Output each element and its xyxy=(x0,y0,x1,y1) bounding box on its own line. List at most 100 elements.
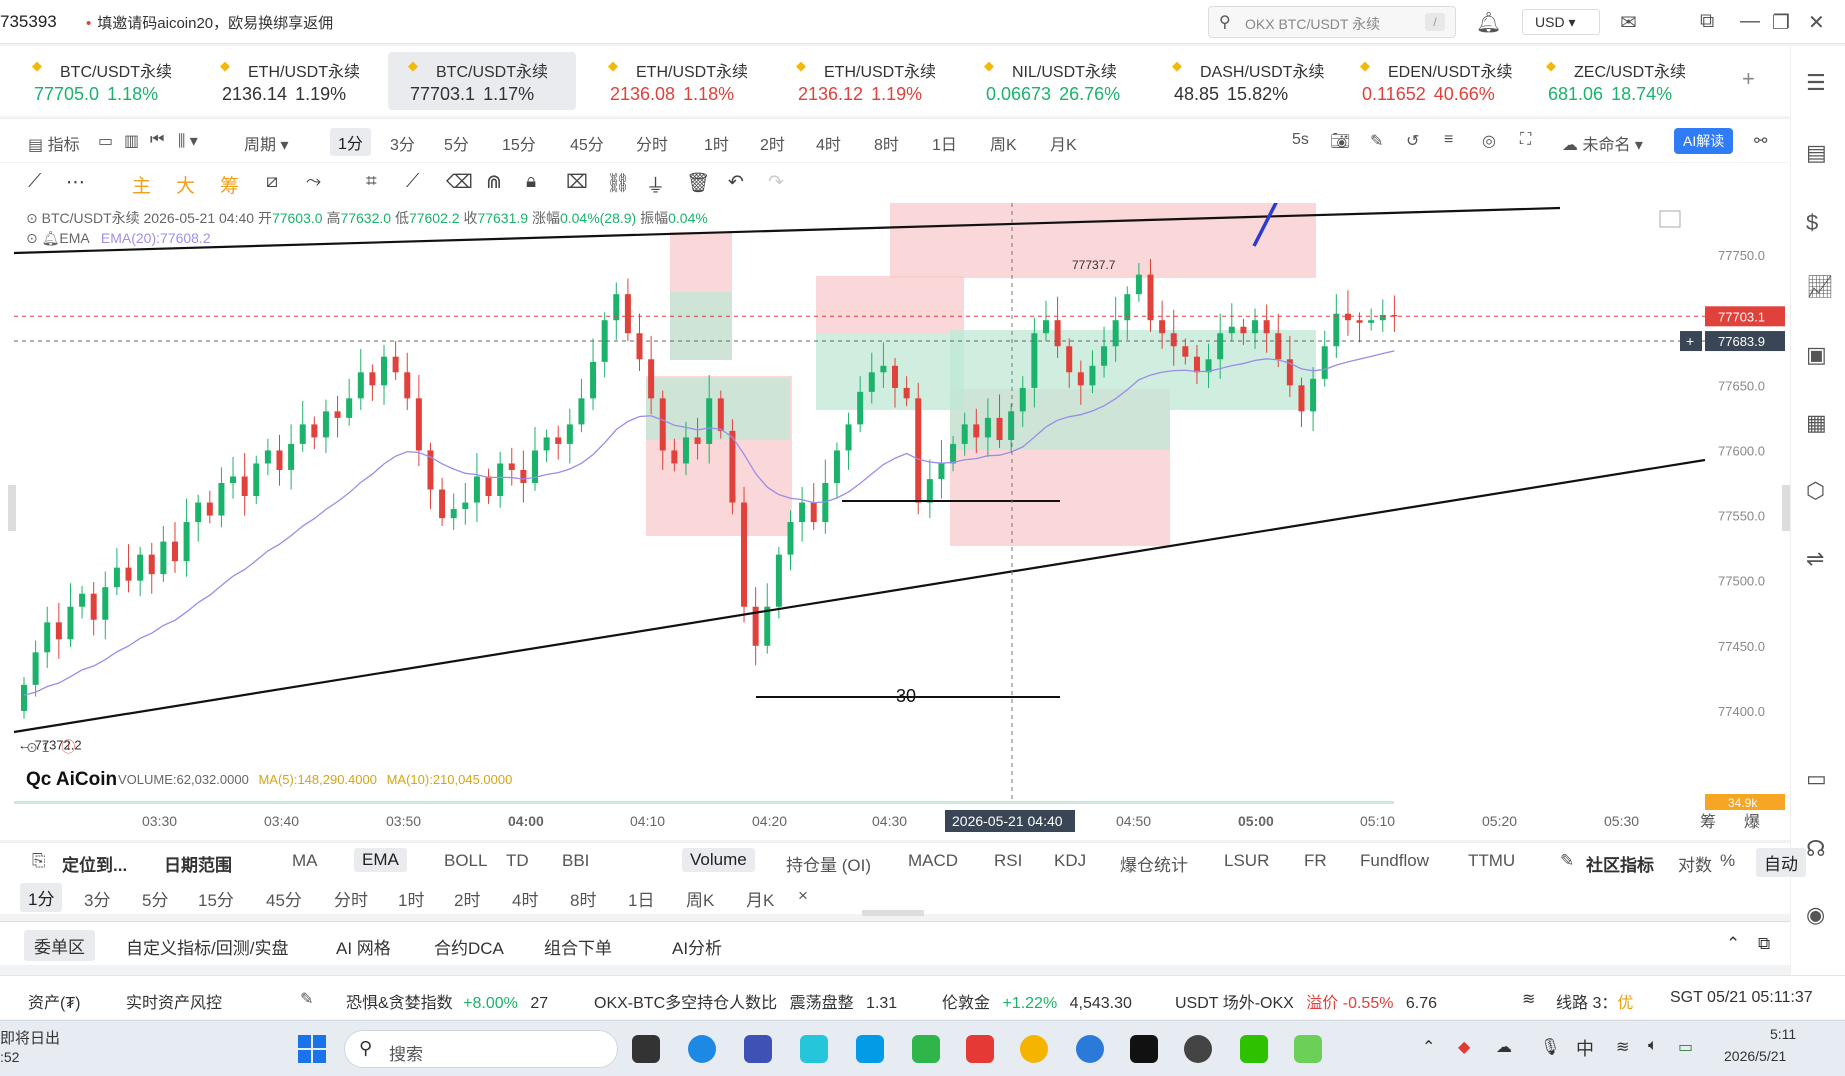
tf-12[interactable]: 月K xyxy=(1050,131,1077,155)
tray-chevron-icon[interactable]: ⌃ xyxy=(1422,1037,1435,1057)
battery-icon[interactable]: ▭ xyxy=(1678,1037,1693,1057)
bars-icon[interactable]: ⫼ ▾ xyxy=(178,131,198,151)
etf-icon[interactable]: ▦ xyxy=(1806,410,1827,436)
ticker-8[interactable]: ◆ ZEC/USDT永续 681.06 18.74% xyxy=(1536,52,1724,110)
grid-icon[interactable]: ▥ xyxy=(124,131,139,151)
tfbar-11[interactable]: 周K xyxy=(686,886,714,911)
big-tool[interactable]: 大 xyxy=(176,171,195,198)
percent-toggle[interactable]: % xyxy=(1720,851,1735,871)
tf-7[interactable]: 2时 xyxy=(760,131,785,155)
redo-icon[interactable]: ↷ xyxy=(768,171,784,194)
restore-icon[interactable]: ❐ xyxy=(1772,10,1790,35)
currency-select[interactable]: USD ▾ xyxy=(1522,9,1600,35)
route-status[interactable]: 线路 3：优 xyxy=(1556,989,1633,1013)
tf-8[interactable]: 4时 xyxy=(816,131,841,155)
tray-network-icon[interactable]: ☁ xyxy=(1496,1037,1512,1057)
risk-label[interactable]: 实时资产风控 xyxy=(126,989,222,1013)
tfbar-5[interactable]: 分时 xyxy=(334,886,368,911)
tfbar-9[interactable]: 8时 xyxy=(570,886,596,911)
taskbar-date[interactable]: 2026/5/21 xyxy=(1724,1048,1786,1064)
tfbar-7[interactable]: 2时 xyxy=(454,886,480,911)
sub-ind-4[interactable]: KDJ xyxy=(1054,851,1086,871)
app-icon-2[interactable] xyxy=(856,1035,884,1063)
layout-icon[interactable]: ⧉ xyxy=(1700,10,1714,33)
share-icon[interactable]: ⚯ xyxy=(1754,131,1767,151)
swap-icon[interactable]: ⇌ xyxy=(1806,546,1824,572)
tfbar-0[interactable]: 1分 xyxy=(20,883,63,912)
main-ind-1[interactable]: EMA xyxy=(354,848,407,872)
sub-ind-8[interactable]: Fundflow xyxy=(1360,851,1429,871)
sub-ind-5[interactable]: 爆仓统计 xyxy=(1120,851,1188,876)
tfbar-1[interactable]: 3分 xyxy=(84,886,110,911)
assets-label[interactable]: 资产(₮) xyxy=(28,989,80,1013)
locate-button[interactable]: 定位到... xyxy=(62,851,127,876)
filter-icon[interactable]: ⏚ xyxy=(646,171,665,198)
refresh-interval[interactable]: 5s xyxy=(1292,131,1309,149)
taskbar-search[interactable]: ⚲ 搜索 xyxy=(344,1030,618,1068)
wechat-icon[interactable] xyxy=(1240,1035,1268,1063)
sub-ind-0[interactable]: Volume xyxy=(682,848,755,872)
close-icon[interactable]: ✕ xyxy=(1808,10,1825,35)
tf-9[interactable]: 8时 xyxy=(874,131,899,155)
edit-icon[interactable]: ✎ xyxy=(300,989,313,1009)
app-icon-5[interactable] xyxy=(1294,1035,1322,1063)
edge-icon[interactable] xyxy=(688,1035,716,1063)
fear-greed[interactable]: 恐惧&贪婪指数 +8.00% 27 xyxy=(346,989,548,1013)
wifi-icon[interactable]: ≋ xyxy=(1616,1037,1629,1057)
file-explorer-icon[interactable] xyxy=(632,1035,660,1063)
undo-icon[interactable]: ↶ xyxy=(728,171,744,194)
store-icon[interactable] xyxy=(744,1035,772,1063)
minimize-icon[interactable]: — xyxy=(1740,10,1760,33)
panel-icon[interactable]: ▭ xyxy=(1806,766,1827,792)
bottom-tab-5[interactable]: AI分析 xyxy=(672,934,722,959)
robot-icon[interactable]: ◉ xyxy=(1806,902,1825,928)
resize-handle[interactable] xyxy=(862,910,924,916)
magnet-icon[interactable]: ⋒ xyxy=(486,171,502,194)
main-ind-2[interactable]: BOLL xyxy=(444,851,487,871)
obs-icon[interactable] xyxy=(1184,1035,1212,1063)
app-icon-1[interactable] xyxy=(800,1035,828,1063)
tfbar-12[interactable]: 月K xyxy=(746,886,774,911)
ticker-2[interactable]: ◆ BTC/USDT永续 77703.1 1.17% xyxy=(388,52,576,110)
tf-6[interactable]: 1时 xyxy=(704,131,729,155)
note-icon[interactable]: ⌧ xyxy=(566,171,588,194)
ticker-6[interactable]: ◆ DASH/USDT永续 48.85 15.82% xyxy=(1162,52,1350,110)
mic-icon[interactable]: 🎙︎ xyxy=(1540,1037,1560,1057)
more-icon[interactable]: ⋯ xyxy=(66,171,85,194)
sub-ind-7[interactable]: FR xyxy=(1304,851,1327,871)
tf-2[interactable]: 5分 xyxy=(444,131,469,155)
bottom-tab-0[interactable]: 委单区 xyxy=(24,930,95,961)
sub-ind-1[interactable]: 持仓量 (OI) xyxy=(786,851,871,876)
link-icon[interactable]: ⛓ xyxy=(606,171,630,195)
ticker-5[interactable]: ◆ NIL/USDT永续 0.06673 26.76% xyxy=(974,52,1162,110)
collapse-up-icon[interactable]: ⌃ xyxy=(1726,934,1740,954)
chart-up-icon[interactable]: 📈︎ xyxy=(1806,274,1834,300)
community-indicators[interactable]: 社区指标 xyxy=(1586,851,1654,876)
crop-icon[interactable]: ⌗ xyxy=(366,171,377,193)
ticker-7[interactable]: ◆ EDEN/USDT永续 0.11652 40.66% xyxy=(1350,52,1538,110)
menu-icon[interactable]: ☰ xyxy=(1806,70,1826,96)
tf-1[interactable]: 3分 xyxy=(390,131,415,155)
tf-5[interactable]: 分时 xyxy=(636,131,668,155)
period-select[interactable]: 周期 ▾ xyxy=(244,131,289,155)
ai-read-button[interactable]: AI解读 xyxy=(1674,128,1734,154)
app-icon-4[interactable] xyxy=(1076,1035,1104,1063)
fullscreen-icon[interactable]: ⛶ xyxy=(1520,131,1531,149)
lock-icon[interactable]: 🔒︎ xyxy=(526,171,536,193)
undo-draw-icon[interactable]: ↺ xyxy=(1406,131,1419,151)
aicoin-icon[interactable] xyxy=(1130,1035,1158,1063)
camera-icon[interactable]: 📷︎ xyxy=(1330,131,1350,151)
usdt-otc[interactable]: USDT 场外-OKX 溢价 -0.55% 6.76 xyxy=(1175,989,1437,1013)
app-icon-3[interactable] xyxy=(912,1035,940,1063)
taskbar-time[interactable]: 5:11 xyxy=(1770,1026,1796,1042)
main-ind-4[interactable]: BBI xyxy=(562,851,589,871)
add-ticker-icon[interactable]: + xyxy=(1742,66,1755,92)
replay-icon[interactable]: ⏮ xyxy=(150,131,164,149)
chrome-icon[interactable] xyxy=(1020,1035,1048,1063)
gold-price[interactable]: 伦敦金 +1.22% 4,543.30 xyxy=(942,989,1132,1013)
line-tool-icon[interactable]: ⟋ xyxy=(28,171,41,193)
bottom-tab-4[interactable]: 组合下单 xyxy=(544,934,612,959)
windows-start-icon[interactable] xyxy=(298,1035,326,1063)
tfbar-4[interactable]: 45分 xyxy=(266,886,302,911)
volume-icon[interactable]: 🔈︎ xyxy=(1648,1037,1658,1055)
